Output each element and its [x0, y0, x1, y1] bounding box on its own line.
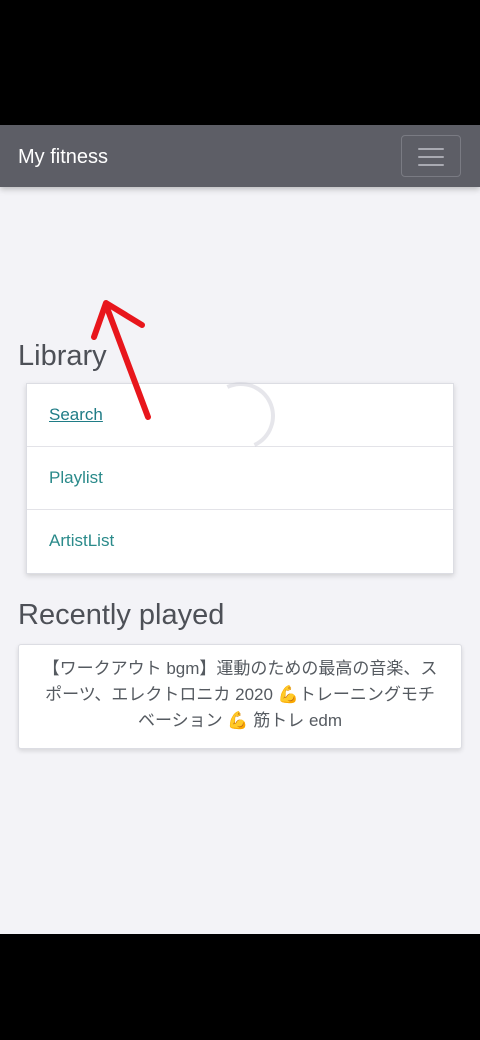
brand-title[interactable]: My fitness	[18, 144, 108, 170]
library-item-artistlist[interactable]: ArtistList	[27, 510, 453, 573]
recently-played-heading: Recently played	[18, 599, 225, 631]
recent-track-title: 【ワークアウト bgm】運動のための最高の音楽、スポーツ、エレクトロニカ 202…	[42, 659, 438, 730]
library-item-playlist[interactable]: Playlist	[27, 447, 453, 510]
library-item-search[interactable]: Search	[27, 384, 453, 447]
recent-track-card[interactable]: 【ワークアウト bgm】運動のための最高の音楽、スポーツ、エレクトロニカ 202…	[18, 644, 462, 749]
top-navbar: My fitness	[0, 125, 480, 187]
menu-toggle-button[interactable]	[401, 135, 461, 177]
library-item-label[interactable]: ArtistList	[49, 531, 114, 551]
library-item-label[interactable]: Playlist	[49, 468, 103, 488]
library-heading: Library	[18, 340, 107, 372]
library-list: Search Playlist ArtistList	[26, 383, 454, 574]
hamburger-menu-icon	[418, 148, 444, 150]
library-item-label[interactable]: Search	[49, 405, 103, 425]
app-screen: My fitness Library Search Playlist Artis…	[0, 125, 480, 934]
